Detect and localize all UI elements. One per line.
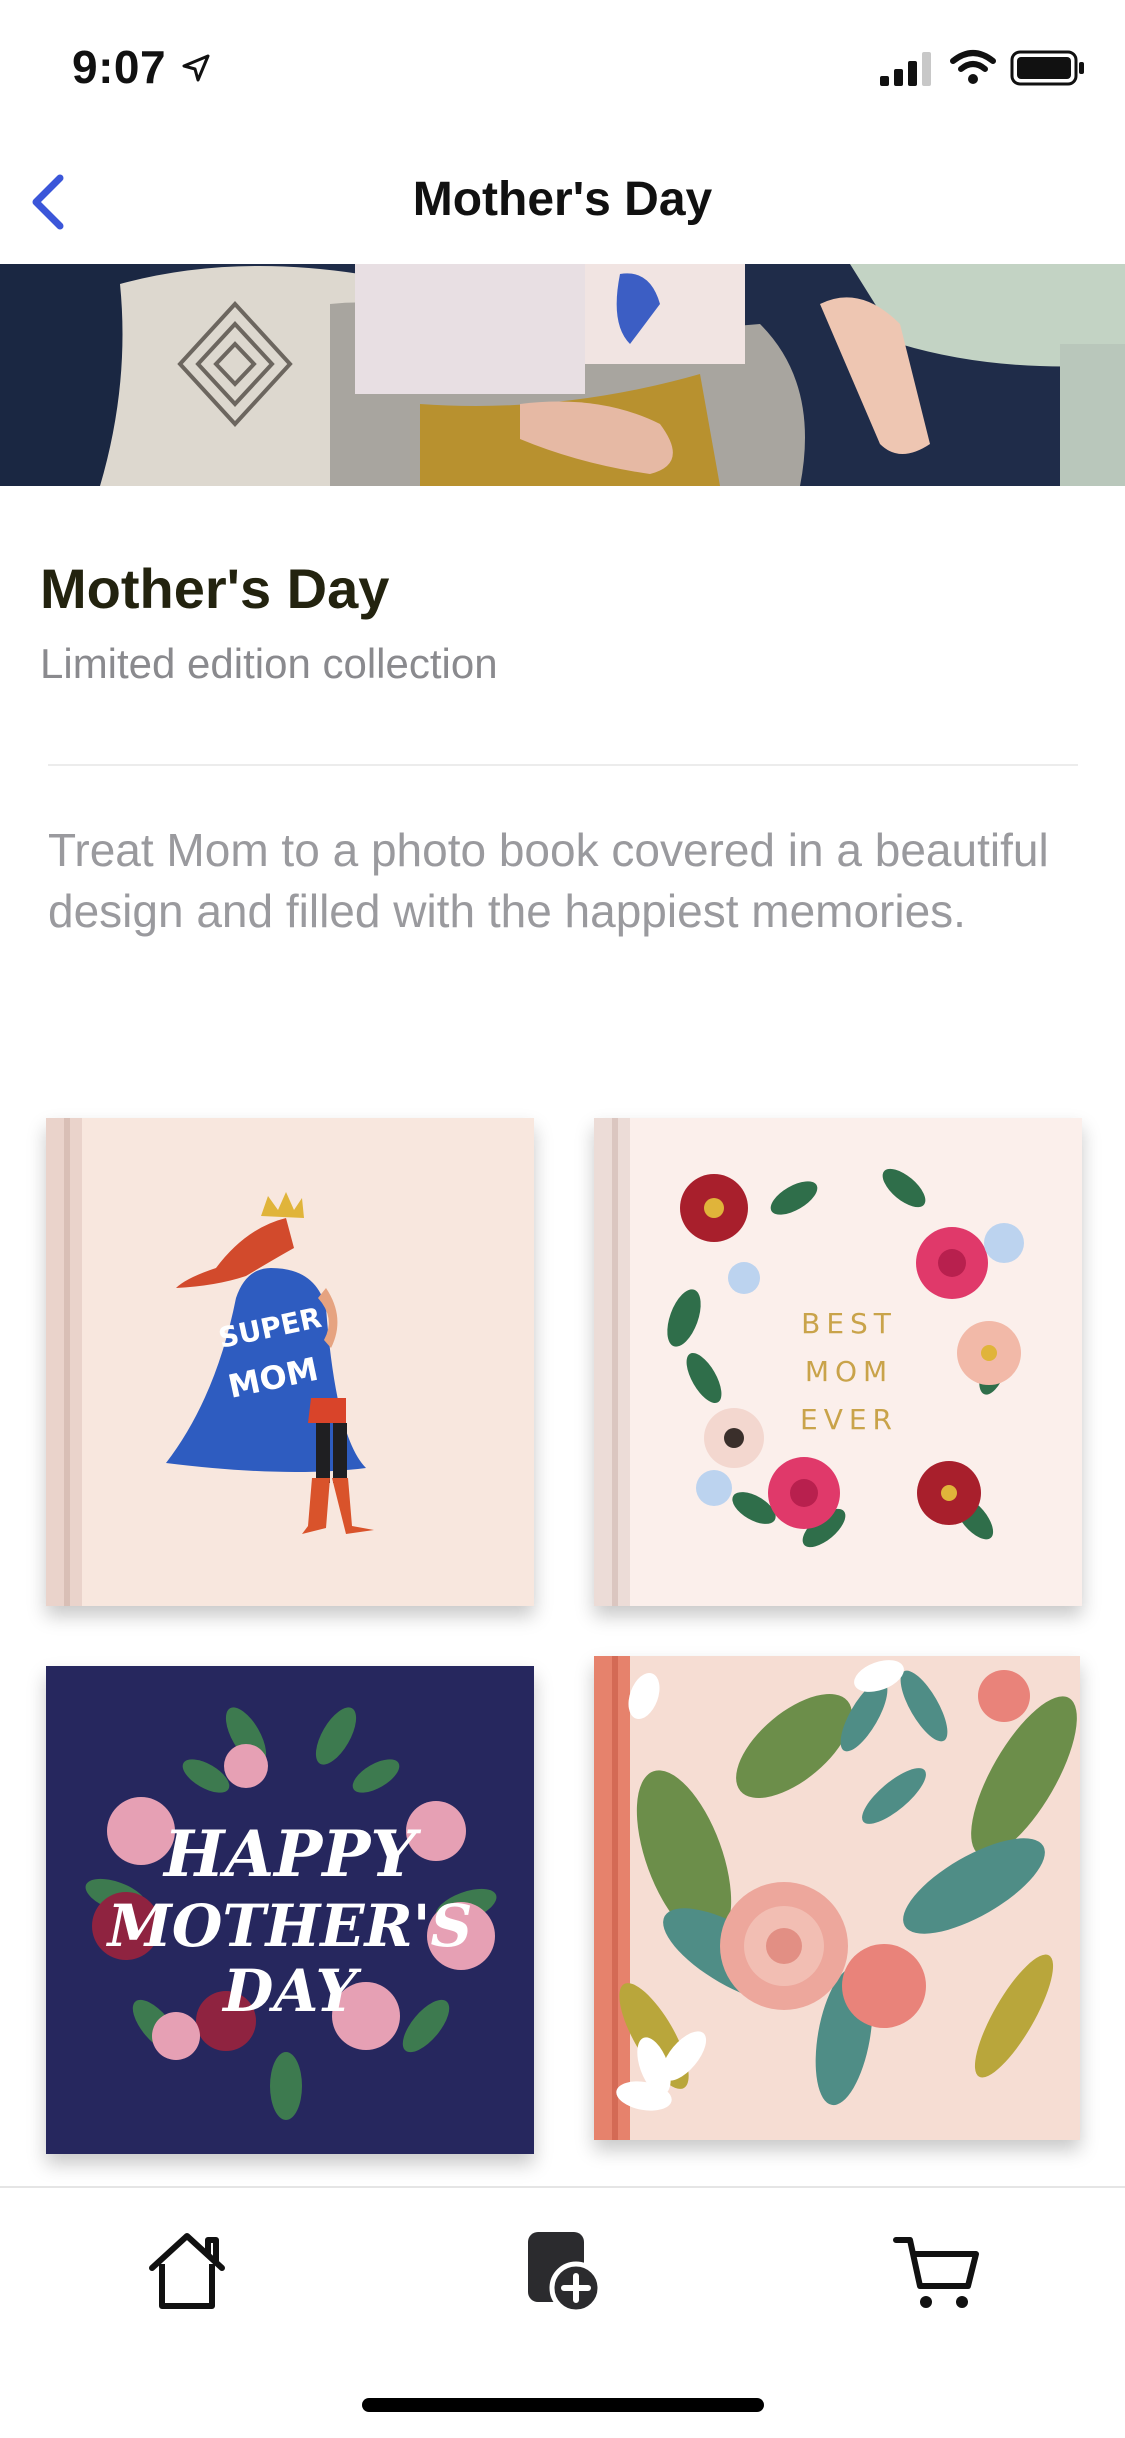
home-icon[interactable]	[142, 2226, 232, 2316]
home-indicator	[362, 2398, 764, 2412]
svg-text:DAY: DAY	[221, 1957, 362, 2025]
battery-icon	[1010, 50, 1084, 86]
navigation-bar: Mother's Day	[0, 132, 1125, 264]
collection-description: Treat Mom to a photo book covered in a b…	[48, 824, 1049, 937]
status-time: 9:07	[72, 41, 167, 93]
location-arrow-icon	[182, 54, 210, 82]
status-bar: 9:07	[0, 0, 1125, 132]
cart-icon[interactable]	[892, 2226, 982, 2316]
best-mom-ever-text: BEST	[801, 1307, 897, 1340]
hero-banner-image	[0, 264, 1125, 486]
book-cover-happy-mothers-day[interactable]: HAPPY MOTHER'S DAY	[46, 1666, 534, 2154]
collection-title: Mother's Day	[40, 557, 390, 620]
collection-subtitle: Limited edition collection	[40, 640, 498, 687]
svg-text:EVER: EVER	[800, 1403, 898, 1436]
wifi-icon	[950, 50, 996, 84]
svg-text:MOM: MOM	[805, 1355, 893, 1388]
cellular-signal-icon	[880, 52, 931, 86]
book-cover-best-mom-ever[interactable]: BEST MOM EVER	[594, 1118, 1082, 1606]
happy-mothers-day-text: HAPPY	[162, 1817, 421, 1892]
book-cover-super-mom[interactable]: SUPER MOM	[46, 1118, 534, 1606]
svg-text:MOTHER'S: MOTHER'S	[106, 1892, 473, 1960]
divider	[48, 764, 1078, 766]
create-book-icon[interactable]	[518, 2226, 608, 2316]
nav-title: Mother's Day	[412, 173, 713, 226]
book-cover-floral[interactable]	[594, 1656, 1080, 2140]
